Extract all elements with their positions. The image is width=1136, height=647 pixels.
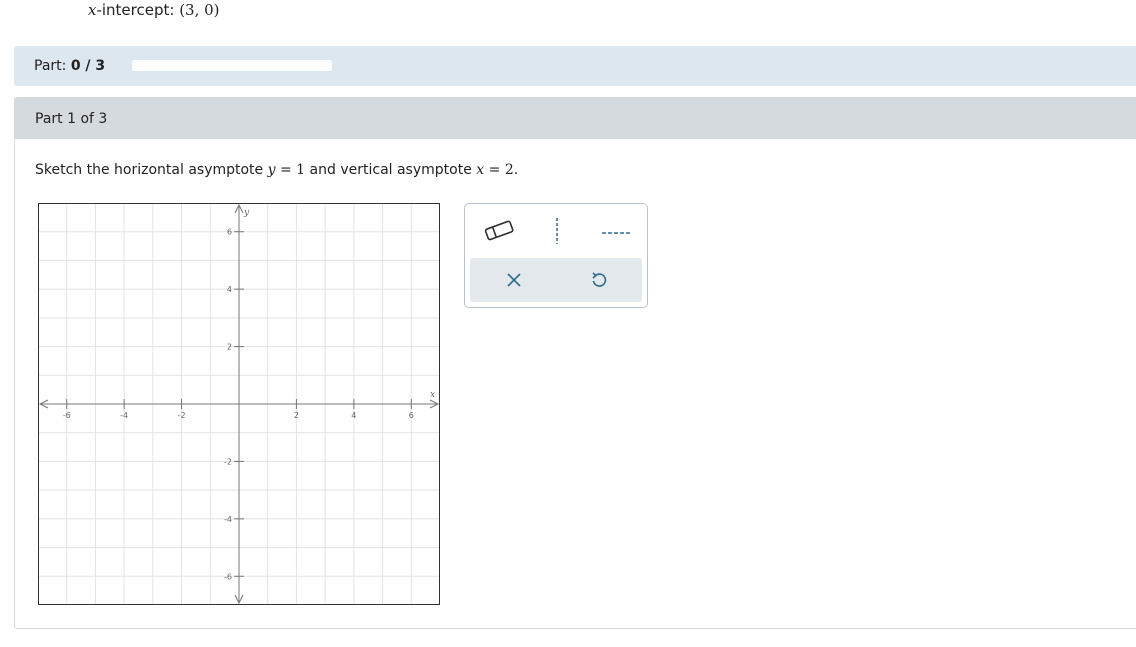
x-tick-label: -4 <box>120 411 128 420</box>
part-progress-count: 0 / 3 <box>70 58 106 74</box>
vertical-asymptote-tool-button[interactable] <box>549 217 565 245</box>
prompt-h-var: y <box>267 162 276 178</box>
part-title: Part 1 of 3 <box>35 111 108 127</box>
eraser-icon <box>484 220 514 241</box>
x-tick-label: 4 <box>351 411 356 420</box>
prompt-v-var: x <box>476 162 485 178</box>
toolbox-action-row <box>470 258 642 302</box>
x-intercept-value: (3, 0) <box>179 1 220 19</box>
x-tick-label: -6 <box>63 411 71 420</box>
clear-button[interactable] <box>505 271 523 289</box>
horizontal-asymptote-tool-button[interactable] <box>601 224 631 236</box>
prompt-v-eq: = 2 <box>484 162 514 178</box>
horizontal-dashed-line-icon <box>602 232 630 234</box>
question-prompt: Sketch the horizontal asymptote y = 1 an… <box>35 162 518 178</box>
y-axis-label: y <box>243 208 250 218</box>
y-tick-label: 6 <box>227 228 232 237</box>
x-axis-label: x <box>430 390 435 400</box>
part-progress-bar: Part: 0 / 3 <box>14 46 1136 86</box>
y-tick-label: -6 <box>224 572 232 581</box>
x-tick-label: -2 <box>178 411 186 420</box>
close-icon <box>507 273 521 287</box>
part-header: Part 1 of 3 <box>15 98 1136 139</box>
eraser-tool-button[interactable] <box>483 217 515 243</box>
progress-track <box>132 60 332 71</box>
prompt-h-eq: = 1 <box>275 162 306 178</box>
y-tick-label: 4 <box>227 285 232 294</box>
prompt-period: . <box>513 162 519 178</box>
x-intercept-line: x-intercept: (3, 0) <box>88 0 220 20</box>
prompt-text-2: and vertical asymptote <box>305 162 477 178</box>
prompt-text-1: Sketch the horizontal asymptote <box>35 162 268 178</box>
graph-canvas[interactable]: -6 -4 -2 2 4 6 6 4 2 -2 -4 -6 x y <box>38 203 440 605</box>
x-tick-label: 6 <box>409 411 414 420</box>
x-tick-label: 2 <box>294 411 299 420</box>
part-progress-label: Part: 0 / 3 <box>34 58 105 74</box>
undo-button[interactable] <box>589 270 609 290</box>
graph-canvas-container[interactable]: -6 -4 -2 2 4 6 6 4 2 -2 -4 -6 x y <box>38 203 440 609</box>
y-tick-label: -4 <box>224 515 232 524</box>
vertical-dashed-line-icon <box>556 218 558 244</box>
y-tick-label: 2 <box>227 343 232 352</box>
x-intercept-label: -intercept: <box>96 1 180 19</box>
y-tick-label: -2 <box>224 457 232 466</box>
undo-icon <box>592 272 607 287</box>
graph-toolbox <box>464 203 648 308</box>
part-label-text: Part: <box>34 58 71 74</box>
